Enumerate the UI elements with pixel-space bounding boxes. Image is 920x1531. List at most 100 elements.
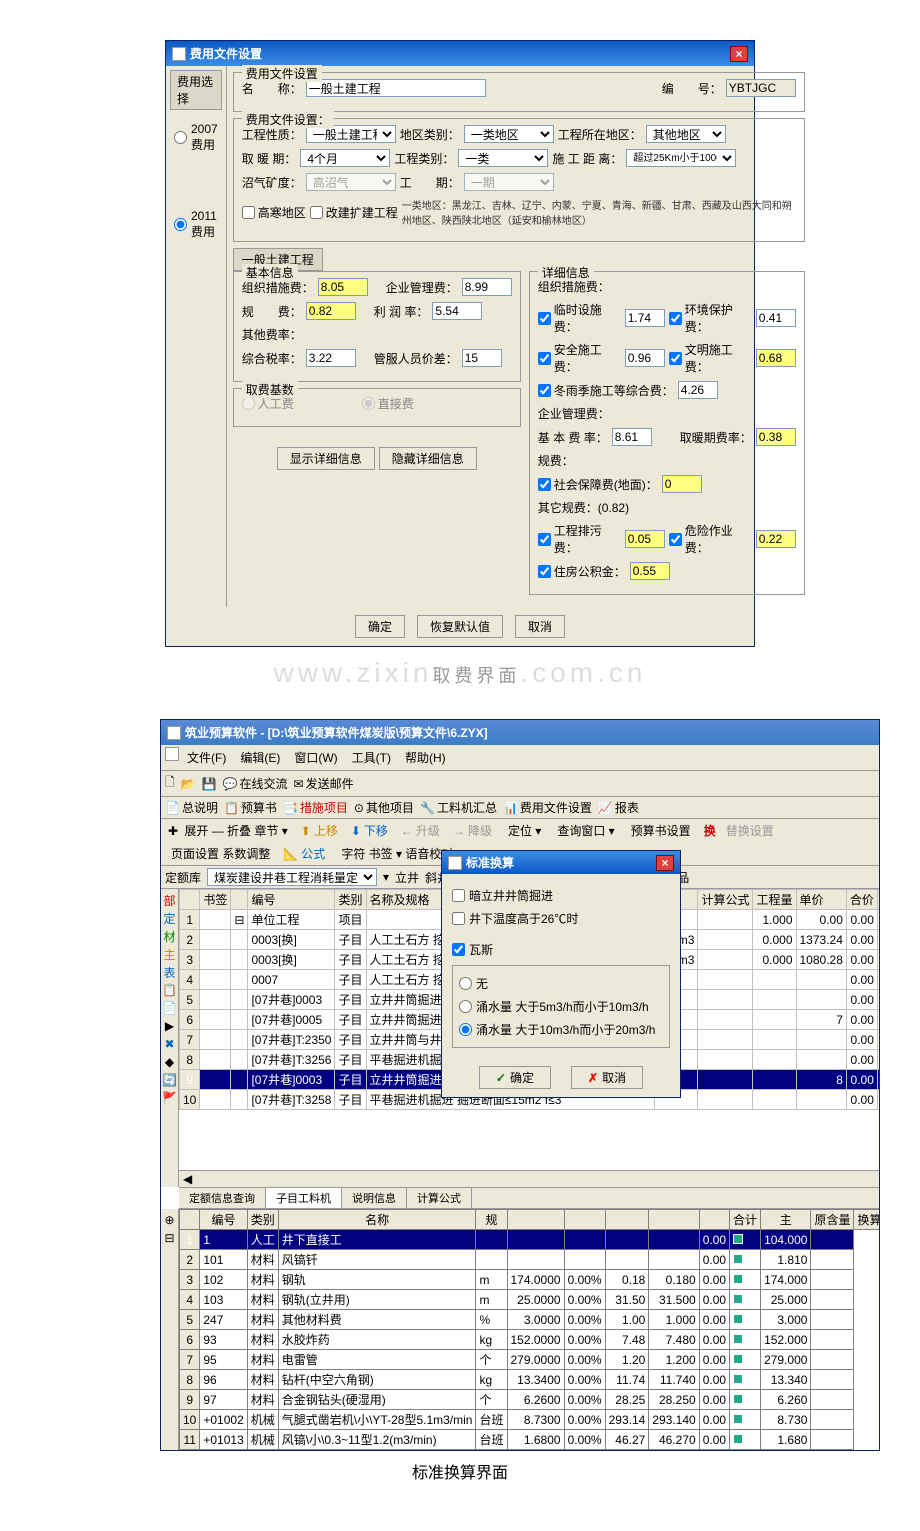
modal-cb1[interactable]: 暗立井井筒掘进 [452,884,670,907]
side-bu[interactable]: 部 [163,893,177,907]
tb-reports[interactable]: 📈报表 [598,799,639,816]
tb-measures[interactable]: 📑措施项目 [283,799,348,816]
winter-fee-input[interactable] [678,381,718,399]
tab-quota-query[interactable]: 定额信息查询 [179,1188,266,1208]
show-detail-button[interactable]: 显示详细信息 [277,447,375,470]
env-fee-input[interactable] [756,309,796,327]
close-icon[interactable]: × [730,46,748,62]
modal-close-icon[interactable]: × [656,855,674,871]
proj-region-select[interactable]: 其他地区 [646,125,726,143]
rebuild-cb[interactable]: 改建扩建工程 [310,204,398,221]
temp-fee-cb[interactable]: 临时设施费： [538,301,621,335]
tb-other[interactable]: ⊙其他项目 [354,799,414,816]
modal-cb2[interactable]: 井下温度高于26℃时 [452,907,670,930]
tb-summary[interactable]: 📄总说明 [165,799,218,816]
tb-demote[interactable]: →降级 [450,821,498,840]
base-rate-input[interactable] [612,428,652,446]
region-type-select[interactable]: 一类地区 [464,125,554,143]
side-diamond-icon[interactable]: ◆ [163,1055,177,1069]
modal-cancel-button[interactable]: ✗取消 [571,1066,643,1089]
materials-table[interactable]: 编号类别名称规合计主原含量换算标志11人工井下直接工0.00104.000210… [179,1209,879,1450]
hide-detail-button[interactable]: 隐藏详细信息 [379,447,477,470]
tb-materials[interactable]: 🔧工料机汇总 [420,799,497,816]
tb-huan[interactable]: 换 [701,821,719,840]
housing-cb[interactable]: 住房公积金： [538,563,626,580]
menu-help[interactable]: 帮助(H) [399,747,452,768]
tb-budget[interactable]: 📋预算书 [224,799,277,816]
menu-edit[interactable]: 编辑(E) [234,747,286,768]
tb-fee-settings[interactable]: 📊费用文件设置 [503,799,592,816]
cold-region-cb[interactable]: 高寒地区 [242,204,306,221]
sewage-cb[interactable]: 工程排污费： [538,522,621,556]
side-icon-a[interactable]: ⊕ [163,1213,177,1227]
heating-select[interactable]: 4个月 [300,149,390,167]
tab-desc[interactable]: 说明信息 [342,1188,407,1208]
danger-input[interactable] [756,530,796,548]
modal-r3[interactable]: 涌水量 大于10m3/h而小于20m3/h [459,1018,663,1041]
name-input[interactable] [306,79,486,97]
side-icon-b[interactable]: ⊟ [163,1231,177,1245]
modal-cb3[interactable]: 瓦斯 [452,938,670,961]
modal-r2[interactable]: 涌水量 大于5m3/h而小于10m3/h [459,995,663,1018]
safe-fee-input[interactable] [625,349,665,367]
tax-input[interactable] [306,349,356,367]
social-cb[interactable]: 社会保障费(地面)： [538,476,658,493]
send-mail[interactable]: ✉发送邮件 [294,775,354,792]
tb-formula[interactable]: 📐公式 [280,844,331,863]
tb-locate[interactable]: 定位 ▾ [502,821,547,840]
quota-lib-select[interactable]: 煤炭建设井巷工程消耗量定额(2007) [207,868,377,886]
tb-down[interactable]: ⬇下移 [348,821,394,840]
opt-lijing[interactable]: 立井 [395,869,419,886]
tab-formula[interactable]: 计算公式 [407,1188,472,1208]
ok-button[interactable]: 确定 [355,615,405,638]
side-x-icon[interactable]: ✖ [163,1037,177,1051]
civil-fee-input[interactable] [756,349,796,367]
online-chat[interactable]: 💬在线交流 [223,775,288,792]
tb-page-settings[interactable]: 页面设置 系数调整 [165,844,276,863]
safe-fee-cb[interactable]: 安全施工费： [538,341,621,375]
heat-rate-input[interactable] [756,428,796,446]
open-icon[interactable]: 📂 [181,777,196,791]
side-cai[interactable]: 材 [163,929,177,943]
radio-2007-input[interactable] [174,131,187,144]
housing-input[interactable] [630,562,670,580]
profit-input[interactable] [432,302,482,320]
modal-r1[interactable]: 无 [459,972,663,995]
tb-query[interactable]: 查询窗口 ▾ [551,821,620,840]
tb-up[interactable]: ⬆上移 [298,821,344,840]
org-fee-input[interactable] [318,278,368,296]
side-biao[interactable]: 表 [163,965,177,979]
sewage-input[interactable] [625,530,665,548]
tb-budget-settings[interactable]: 预算书设置 [625,821,697,840]
restore-default-button[interactable]: 恢复默认值 [417,615,503,638]
modal-ok-button[interactable]: ✓确定 [479,1066,551,1089]
radio-2011-input[interactable] [174,218,187,231]
side-paste-icon[interactable]: 📄 [163,1001,177,1015]
menu-window[interactable]: 窗口(W) [288,747,343,768]
tb-promote[interactable]: ←升级 [398,821,446,840]
save-icon[interactable]: 💾 [202,777,217,791]
radio-2011[interactable]: 2011费用 [170,201,222,248]
side-refresh-icon[interactable]: 🔄 [163,1073,177,1087]
side-ding[interactable]: 定 [163,911,177,925]
side-copy-icon[interactable]: 📋 [163,983,177,997]
cancel-button[interactable]: 取消 [515,615,565,638]
side-zhu[interactable]: 主 [163,947,177,961]
menu-file[interactable]: 文件(F) [181,747,232,768]
serv-diff-input[interactable] [462,349,502,367]
temp-fee-input[interactable] [625,309,665,327]
gui-fee-input[interactable] [306,302,356,320]
side-arrow-icon[interactable]: ▶ [163,1019,177,1033]
tb-expand[interactable]: ✚ 展开 — 折叠 章节 ▾ [165,821,294,840]
danger-cb[interactable]: 危险作业费： [669,522,752,556]
tab-item-materials[interactable]: 子目工料机 [266,1188,342,1208]
winter-fee-cb[interactable]: 冬雨季施工等综合费： [538,382,674,399]
distance-select[interactable]: 超过25Km小于1000Km [626,149,736,167]
radio-2007[interactable]: 2007费用 [170,114,222,161]
menu-tools[interactable]: 工具(T) [346,747,397,768]
env-fee-cb[interactable]: 环境保护费： [669,301,752,335]
mgmt-fee-input[interactable] [462,278,512,296]
civil-fee-cb[interactable]: 文明施工费： [669,341,752,375]
new-icon[interactable]: 🗋 [165,773,175,794]
social-input[interactable] [662,475,702,493]
